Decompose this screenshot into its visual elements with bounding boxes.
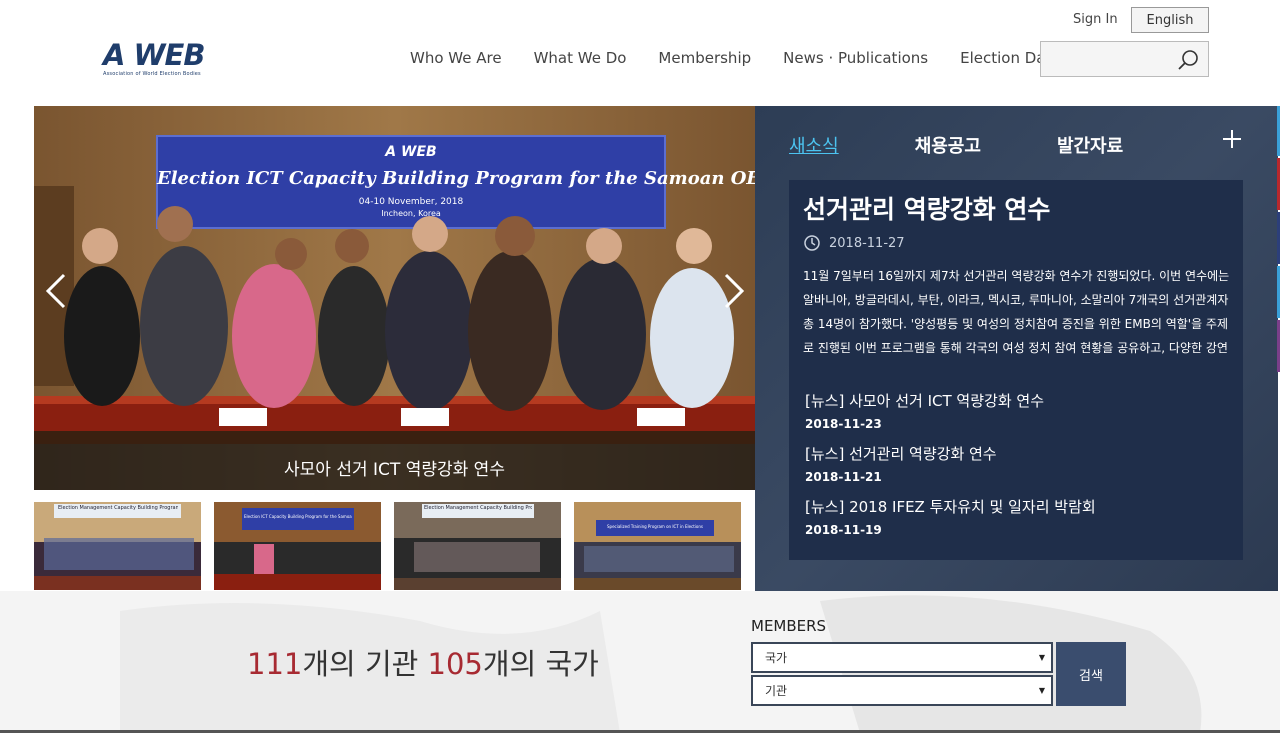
members-section: 111개의 기관 105개의 국가 MEMBERS 국가 ▼ 기관 ▼ 검색	[0, 591, 1280, 733]
tab-recruitment[interactable]: 채용공고	[915, 132, 981, 158]
featured-news-date: 2018-11-27	[829, 235, 905, 251]
caret-down-icon: ▼	[1038, 653, 1045, 662]
tab-news[interactable]: 새소식	[789, 132, 839, 158]
thumbnail-title: Election Management Capacity Building Pr…	[58, 505, 178, 511]
news-tabs: 새소식 채용공고 발간자료	[789, 132, 1199, 158]
country-select-value: 국가	[765, 651, 788, 665]
news-list-item[interactable]: [뉴스] 선거관리 역량강화 연수 2018-11-21	[805, 443, 1096, 484]
logo[interactable]: A WEB Association of World Election Bodi…	[103, 40, 213, 82]
main-nav: Who We Are What We Do Membership News · …	[410, 49, 1093, 67]
thumbnail-4[interactable]: Specialized Training Program on ICT in E…	[574, 502, 741, 590]
tab-publications[interactable]: 발간자료	[1057, 132, 1123, 158]
slider-thumbnails: Election Management Capacity Building Pr…	[34, 502, 754, 590]
chevron-right-icon[interactable]	[718, 271, 748, 311]
sign-in-link[interactable]: Sign In	[1073, 12, 1118, 27]
country-select[interactable]: 국가 ▼	[751, 642, 1053, 673]
banner-text: A WEB Election ICT Capacity Building Pro…	[157, 144, 755, 218]
thumbnail-title: Election Management Capacity Building Pr…	[424, 505, 532, 511]
logo-text: A WEB	[103, 38, 205, 72]
thumbnail-title: Election ICT Capacity Building Program f…	[244, 514, 352, 519]
nav-what-we-do[interactable]: What We Do	[534, 49, 627, 67]
nav-who-we-are[interactable]: Who We Are	[410, 49, 502, 67]
news-list-item[interactable]: [뉴스] 2018 IFEZ 투자유치 및 일자리 박람회 2018-11-19	[805, 496, 1096, 537]
search-icon[interactable]	[1176, 48, 1200, 72]
slide-caption: 사모아 선거 ICT 역량강화 연수	[34, 444, 755, 490]
member-stats: 111개의 기관 105개의 국가	[247, 641, 599, 683]
thumbnail-photo	[394, 502, 561, 590]
search-input[interactable]	[1041, 42, 1171, 76]
banner-place: Incheon, Korea	[381, 209, 441, 218]
thumbnail-photo	[34, 502, 201, 590]
members-label: MEMBERS	[751, 617, 827, 635]
news-list: [뉴스] 사모아 선거 ICT 역량강화 연수 2018-11-23 [뉴스] …	[805, 390, 1096, 549]
nav-membership[interactable]: Membership	[658, 49, 751, 67]
banner-dates: 04-10 November, 2018	[358, 197, 464, 207]
logo-subtitle: Association of World Election Bodies	[103, 71, 201, 77]
thumbnail-title: Specialized Training Program on ICT in E…	[606, 524, 703, 529]
thumbnail-1[interactable]: Election Management Capacity Building Pr…	[34, 502, 201, 590]
country-count: 105	[427, 647, 483, 681]
banner-title: Election ICT Capacity Building Program f…	[157, 168, 755, 189]
featured-news-title[interactable]: 선거관리 역량강화 연수	[803, 190, 1050, 226]
nav-news-publications[interactable]: News · Publications	[783, 49, 928, 67]
plus-icon[interactable]	[1221, 128, 1243, 150]
organization-select[interactable]: 기관 ▼	[751, 675, 1053, 706]
caret-down-icon: ▼	[1038, 686, 1045, 695]
news-item-title: [뉴스] 선거관리 역량강화 연수	[805, 445, 997, 463]
news-panel: 새소식 채용공고 발간자료 선거관리 역량강화 연수 2018-11-27 11…	[755, 106, 1278, 591]
featured-news-summary[interactable]: 11월 7일부터 16일까지 제7차 선거관리 역량강화 연수가 진행되었다. …	[803, 264, 1231, 360]
thumbnail-2[interactable]: Election ICT Capacity Building Program f…	[214, 502, 381, 590]
news-item-date: 2018-11-21	[805, 470, 882, 484]
search-box	[1040, 41, 1209, 77]
members-search-button[interactable]: 검색	[1056, 642, 1126, 706]
news-item-date: 2018-11-19	[805, 523, 882, 537]
news-list-item[interactable]: [뉴스] 사모아 선거 ICT 역량강화 연수 2018-11-23	[805, 390, 1096, 431]
news-item-title: [뉴스] 사모아 선거 ICT 역량강화 연수	[805, 392, 1045, 410]
org-suffix: 개의 기관	[302, 647, 428, 681]
news-item-title: [뉴스] 2018 IFEZ 투자유치 및 일자리 박람회	[805, 498, 1096, 516]
organization-select-value: 기관	[765, 684, 788, 698]
site-header: A WEB Association of World Election Bodi…	[0, 0, 1280, 106]
language-button[interactable]: English	[1131, 7, 1209, 33]
main-slider[interactable]: A WEB Election ICT Capacity Building Pro…	[34, 106, 755, 490]
chevron-left-icon[interactable]	[42, 271, 72, 311]
banner-logo: A WEB	[385, 144, 437, 160]
thumbnail-photo	[574, 502, 741, 590]
featured-news-date-row: 2018-11-27	[803, 234, 905, 252]
clock-icon	[804, 235, 820, 251]
news-item-date: 2018-11-23	[805, 417, 882, 431]
news-box: 선거관리 역량강화 연수 2018-11-27 11월 7일부터 16일까지 제…	[789, 180, 1243, 560]
country-suffix: 개의 국가	[482, 647, 599, 681]
thumbnail-3[interactable]: Election Management Capacity Building Pr…	[394, 502, 561, 590]
org-count: 111	[247, 647, 303, 681]
